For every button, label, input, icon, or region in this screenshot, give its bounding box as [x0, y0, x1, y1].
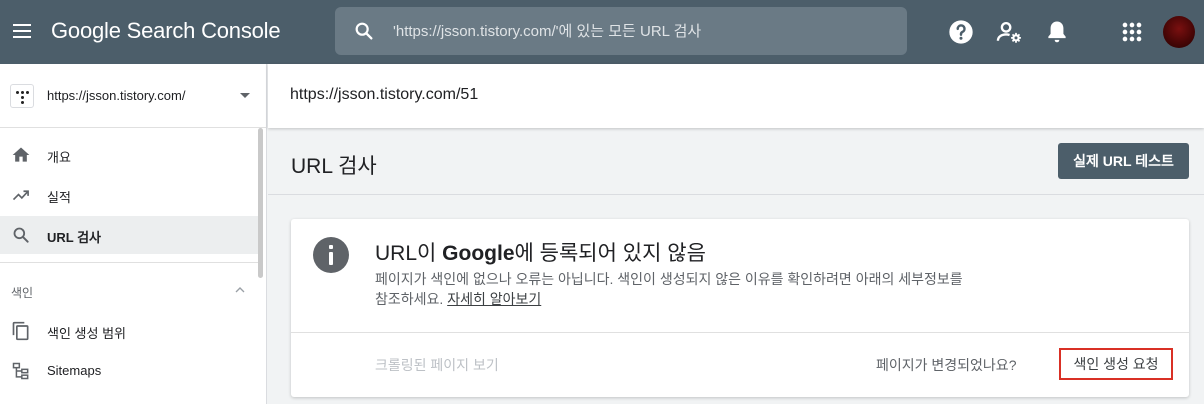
chevron-up-icon[interactable] [232, 282, 248, 298]
sidebar-item-sitemaps[interactable]: Sitemaps [0, 352, 258, 390]
sidebar: https://jsson.tistory.com/ 개요 실적 URL 검사 … [0, 64, 267, 404]
search-box[interactable] [335, 7, 907, 55]
card-divider [291, 332, 1189, 333]
apps-grid-icon[interactable] [1118, 18, 1146, 46]
help-icon[interactable] [947, 18, 975, 46]
title-url: URL [375, 242, 418, 265]
result-title: URL이 Google에 등록되어 있지 않음 [375, 237, 706, 267]
avatar[interactable] [1163, 16, 1195, 48]
property-url: https://jsson.tistory.com/ [47, 88, 186, 103]
home-icon [12, 147, 30, 162]
notifications-icon[interactable] [1043, 18, 1071, 46]
sidebar-section-index: 색인 [11, 286, 34, 300]
view-crawled-page-button: 크롤링된 페이지 보기 [375, 357, 499, 373]
page-title: URL 검사 [291, 155, 377, 178]
sidebar-item-label: Sitemaps [47, 363, 102, 378]
search-icon [13, 227, 29, 243]
result-description: 페이지가 색인에 없으나 오류는 아닙니다. 색인이 생성되지 않은 이유를 확… [375, 269, 965, 309]
inspected-url: https://jsson.tistory.com/51 [290, 86, 479, 103]
test-live-url-button[interactable]: 실제 URL 테스트 [1058, 143, 1189, 179]
sidebar-item-label: 개요 [47, 150, 71, 165]
title-google: Google [442, 242, 515, 265]
sidebar-scrollbar[interactable] [258, 128, 263, 278]
sidebar-item-label: 색인 생성 범위 [47, 326, 126, 341]
property-selector[interactable]: https://jsson.tistory.com/ [0, 64, 266, 128]
info-icon [313, 237, 349, 273]
brand-title[interactable]: Google Search Console [51, 18, 281, 44]
inspected-url-bar: https://jsson.tistory.com/51 [268, 64, 1204, 128]
request-indexing-button[interactable]: 색인 생성 요청 [1059, 348, 1173, 380]
sidebar-item-performance[interactable]: 실적 [0, 176, 258, 214]
sidebar-item-label: URL 검사 [47, 230, 102, 245]
search-input[interactable] [393, 17, 893, 45]
copy-pages-icon [12, 321, 29, 341]
search-icon [355, 22, 373, 40]
sitemap-icon [12, 362, 29, 380]
user-settings-icon[interactable] [995, 18, 1023, 46]
sidebar-divider [0, 262, 258, 263]
sidebar-item-coverage[interactable]: 색인 생성 범위 [0, 312, 258, 350]
page-changed-prompt: 페이지가 변경되었나요? [876, 357, 1017, 373]
title-particle: 이 [417, 242, 443, 265]
menu-icon[interactable] [10, 20, 34, 44]
property-favicon-icon [10, 84, 34, 108]
sidebar-item-label: 실적 [47, 190, 71, 205]
top-app-bar: Google Search Console [0, 0, 1204, 64]
learn-more-link[interactable]: 자세히 알아보기 [447, 291, 541, 307]
inspection-result-card: URL이 Google에 등록되어 있지 않음 페이지가 색인에 없으나 오류는… [291, 219, 1189, 397]
sidebar-item-overview[interactable]: 개요 [0, 136, 258, 174]
sidebar-item-url-inspection[interactable]: URL 검사 [0, 216, 258, 254]
title-status: 에 등록되어 있지 않음 [514, 242, 706, 265]
dropdown-caret-icon [240, 93, 250, 98]
title-divider [268, 194, 1204, 195]
trending-up-icon [12, 190, 29, 201]
